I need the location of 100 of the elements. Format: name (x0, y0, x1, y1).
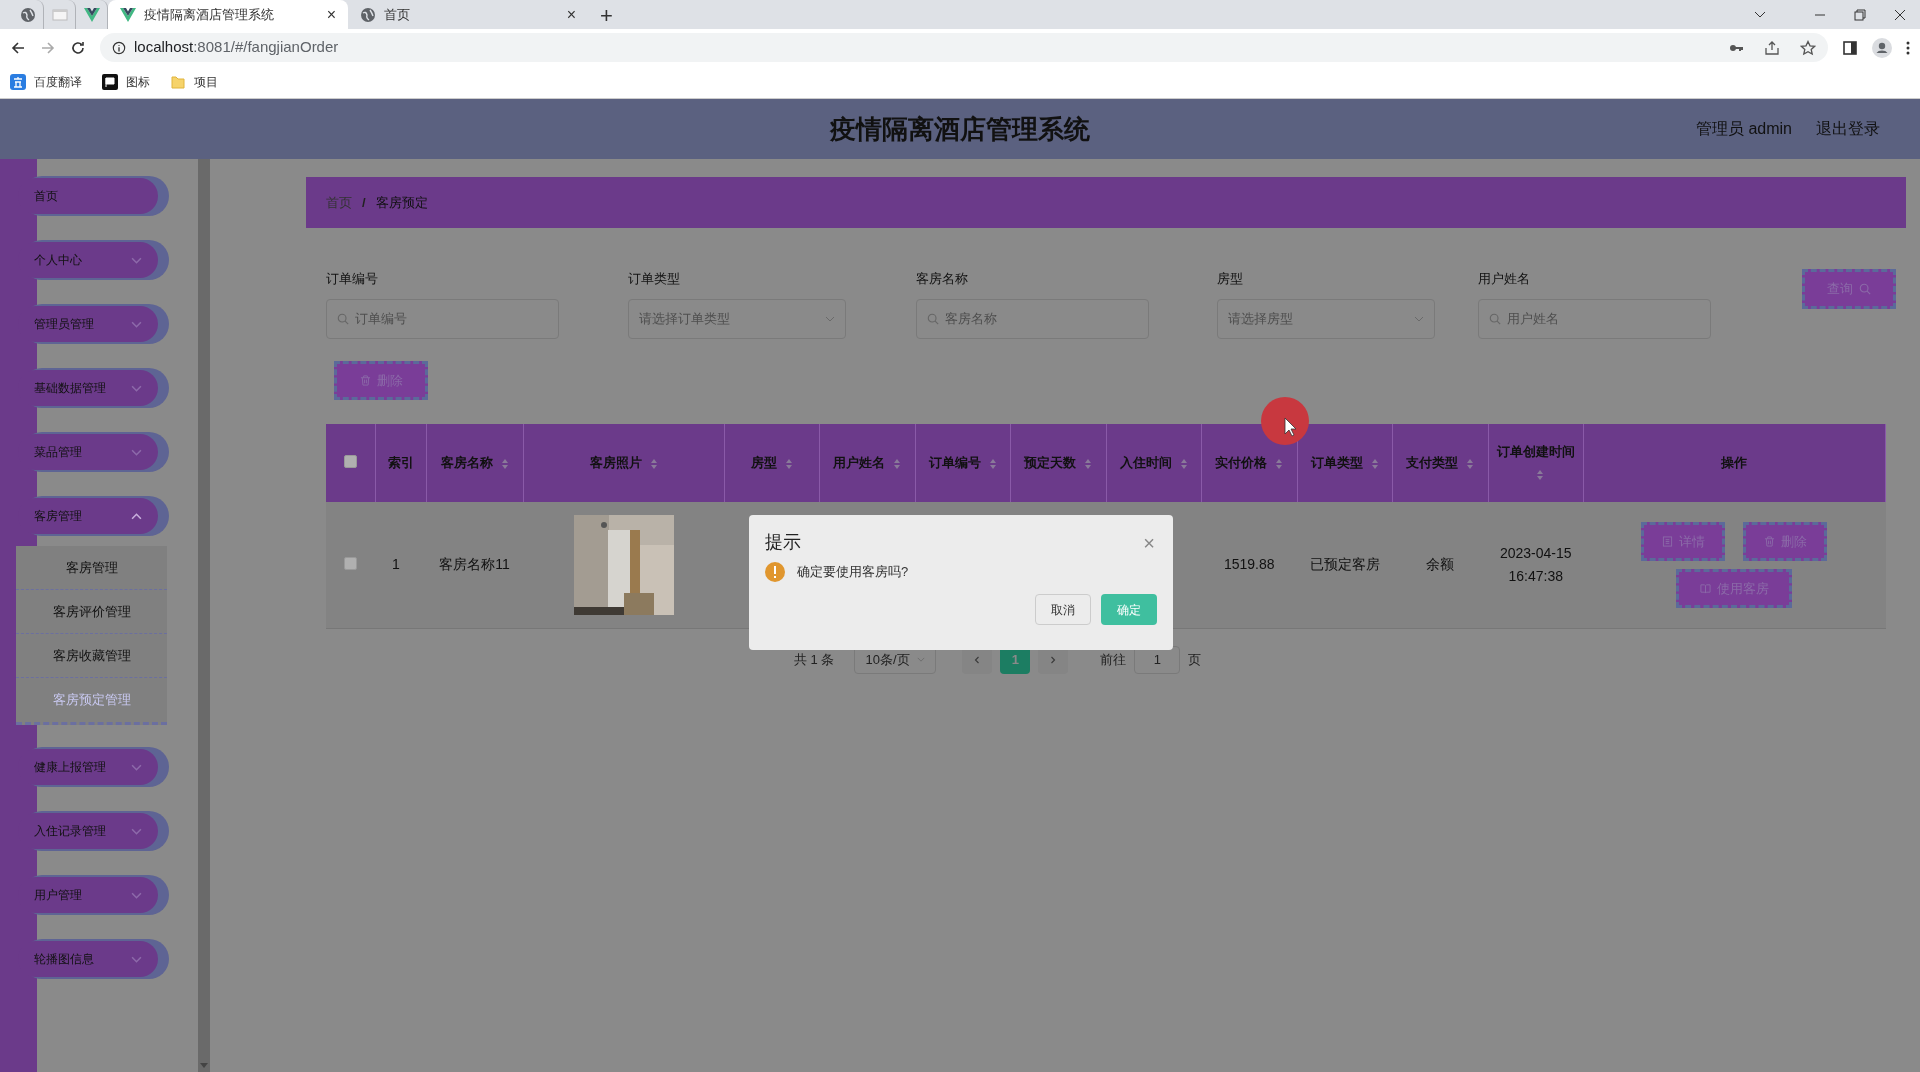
new-tab-icon[interactable]: + (600, 5, 613, 27)
close-button[interactable]: × (1143, 532, 1155, 553)
sort-icon[interactable] (988, 457, 997, 470)
menu-item-label[interactable]: 健康上报管理 (34, 758, 131, 776)
bookmark-star-icon[interactable] (1800, 39, 1816, 56)
text-input[interactable]: 请选择订单类型 (639, 309, 819, 329)
folder-icon (170, 74, 186, 90)
bookmark-link[interactable]: 项目 (194, 73, 218, 91)
bookmark-link[interactable]: 图标 (126, 73, 150, 91)
menu-item-label[interactable]: 菜品管理 (34, 443, 131, 461)
menu-item-label[interactable]: 客房管理 (34, 507, 131, 525)
close-tab-icon[interactable]: × (566, 2, 576, 27)
breadcrumb-link[interactable]: 首页 (326, 192, 352, 213)
select-field[interactable]: 请选择房型 (1217, 299, 1435, 339)
sort-icon[interactable] (1275, 457, 1284, 470)
sort-icon[interactable] (784, 457, 793, 470)
chevron-right-icon (1050, 655, 1057, 664)
close-tab-icon[interactable]: × (326, 2, 336, 27)
translate-icon (10, 74, 26, 90)
confirm-button[interactable]: 确定 (1101, 594, 1157, 625)
profile-icon[interactable] (1872, 37, 1892, 58)
search-icon (1489, 313, 1501, 325)
column-header[interactable]: 用户姓名 (833, 455, 886, 470)
table-cell: 1519.88 (1223, 556, 1275, 573)
sort-icon[interactable] (1535, 468, 1544, 481)
cursor-icon (1260, 396, 1310, 446)
column-header[interactable]: 实付价格 (1215, 455, 1268, 470)
globe-icon (19, 6, 36, 23)
search-field[interactable]: 订单编号 (326, 299, 559, 339)
text-input[interactable]: 请选择房型 (1228, 309, 1408, 329)
back-icon[interactable] (10, 39, 26, 56)
table-cell: 已预定客房 (1309, 556, 1380, 573)
sort-icon[interactable] (1179, 457, 1188, 470)
search-field[interactable]: 客房名称 (916, 299, 1149, 339)
book-icon (1699, 582, 1711, 594)
url-text: localhost:8081/#/fangjianOrder (134, 37, 339, 58)
page-size-label[interactable]: 10条/页 (865, 649, 918, 670)
sort-icon[interactable] (649, 457, 658, 470)
column-header[interactable]: 预定天数 (1024, 455, 1077, 470)
search-field[interactable]: 用户姓名 (1478, 299, 1711, 339)
text-input[interactable]: 订单编号 (355, 309, 548, 329)
table-cell: 2023-04-15 16:47:38 (1499, 544, 1572, 584)
column-header[interactable]: 支付类型 (1406, 455, 1459, 470)
table-cell: 客房名称11 (439, 556, 510, 573)
address-bar[interactable]: localhost:8081/#/fangjianOrder (100, 33, 1828, 62)
forward-icon[interactable] (40, 39, 56, 56)
info-icon[interactable] (112, 40, 126, 55)
column-header[interactable]: 客房名称 (440, 455, 493, 470)
column-header[interactable]: 入住时间 (1119, 455, 1172, 470)
column-header[interactable]: 订单编号 (928, 455, 981, 470)
total-count: 共 1 条 (794, 650, 835, 669)
cancel-button[interactable]: 取消 (1035, 594, 1091, 625)
dialog-title: 提示 (765, 531, 802, 554)
text-input[interactable]: 用户姓名 (1507, 309, 1700, 329)
column-header[interactable]: 订单创建时间 (1496, 444, 1575, 459)
goto-label: 前往 (1100, 650, 1127, 669)
bookmark-link[interactable]: 百度翻译 (34, 73, 82, 91)
menu-item-label[interactable]: 入住记录管理 (34, 822, 131, 840)
sort-icon[interactable] (1466, 457, 1475, 470)
tab-search-icon[interactable] (1754, 10, 1766, 19)
more-menu-icon[interactable] (1906, 39, 1910, 56)
close-icon[interactable] (1894, 8, 1906, 21)
menu-item-label[interactable]: 轮播图信息 (34, 950, 131, 968)
browser-tab[interactable]: 首页 × (348, 0, 588, 29)
app-title: 疫情隔离酒店管理系统 (830, 112, 1090, 146)
browser-tab[interactable]: 疫情隔离酒店管理系统 × (108, 0, 348, 29)
menu-item-label[interactable]: 基础数据管理 (34, 379, 131, 397)
trash-icon (1763, 535, 1775, 547)
checkbox[interactable] (343, 455, 357, 468)
reload-icon[interactable] (70, 39, 86, 56)
checkbox[interactable] (344, 556, 357, 570)
column-header[interactable]: 订单类型 (1310, 455, 1363, 470)
submenu-item[interactable]: 客房管理 (16, 546, 167, 590)
sort-icon[interactable] (893, 457, 902, 470)
column-header[interactable]: 客房照片 (589, 455, 642, 470)
globe-icon (360, 6, 376, 23)
submenu-item[interactable]: 客房预定管理 (16, 678, 167, 722)
scroll-down-icon[interactable] (200, 1063, 208, 1068)
restore-icon[interactable] (1854, 8, 1866, 21)
menu-item-label[interactable]: 管理员管理 (34, 315, 131, 333)
text-input[interactable]: 客房名称 (945, 309, 1138, 329)
sort-icon[interactable] (1084, 457, 1093, 470)
logout-link[interactable]: 退出登录 (1816, 117, 1880, 141)
sort-icon[interactable] (1370, 457, 1379, 470)
search-icon (337, 313, 349, 325)
share-icon[interactable] (1764, 39, 1780, 56)
side-panel-icon[interactable] (1842, 39, 1858, 56)
column-header[interactable]: 房型 (750, 455, 777, 470)
select-field[interactable]: 请选择订单类型 (628, 299, 846, 339)
field-label: 用户姓名 (1478, 270, 1531, 288)
submenu-item[interactable]: 客房评价管理 (16, 590, 167, 634)
menu-item-label[interactable]: 用户管理 (34, 886, 131, 904)
warning-icon (765, 562, 785, 582)
sort-icon[interactable] (500, 457, 509, 470)
menu-item-label[interactable]: 个人中心 (34, 251, 131, 269)
tab-title: 疫情隔离酒店管理系统 (144, 5, 275, 24)
field-label: 订单类型 (628, 270, 681, 288)
trash-icon (359, 375, 371, 386)
submenu-item[interactable]: 客房收藏管理 (16, 634, 167, 678)
page-icon (51, 6, 68, 23)
